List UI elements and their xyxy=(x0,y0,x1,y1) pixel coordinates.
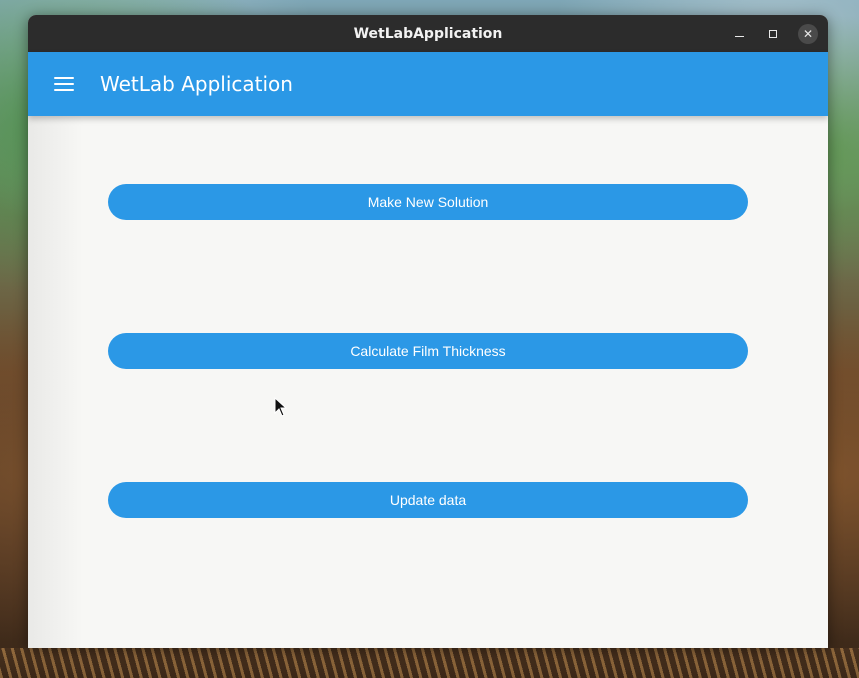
update-data-button[interactable]: Update data xyxy=(108,482,748,518)
mouse-pointer-icon xyxy=(274,396,288,417)
window-controls: ✕ xyxy=(730,15,818,52)
app-bar: WetLab Application xyxy=(28,52,828,116)
window-title: WetLabApplication xyxy=(353,25,503,42)
calculate-film-thickness-button[interactable]: Calculate Film Thickness xyxy=(108,333,748,369)
window-titlebar[interactable]: WetLabApplication ✕ xyxy=(28,15,828,52)
maximize-button[interactable] xyxy=(764,25,782,43)
close-button[interactable]: ✕ xyxy=(798,23,818,44)
app-window: WetLabApplication ✕ WetLab Application M… xyxy=(28,15,828,648)
minimize-icon xyxy=(734,36,744,37)
close-icon: ✕ xyxy=(802,26,814,41)
app-title: WetLab Application xyxy=(100,72,293,96)
minimize-button[interactable] xyxy=(730,25,748,43)
desktop-background xyxy=(0,648,859,678)
main-content: Make New Solution Calculate Film Thickne… xyxy=(28,116,828,648)
make-new-solution-button[interactable]: Make New Solution xyxy=(108,184,748,220)
maximize-icon xyxy=(769,29,777,38)
hamburger-menu-icon[interactable] xyxy=(54,77,74,91)
